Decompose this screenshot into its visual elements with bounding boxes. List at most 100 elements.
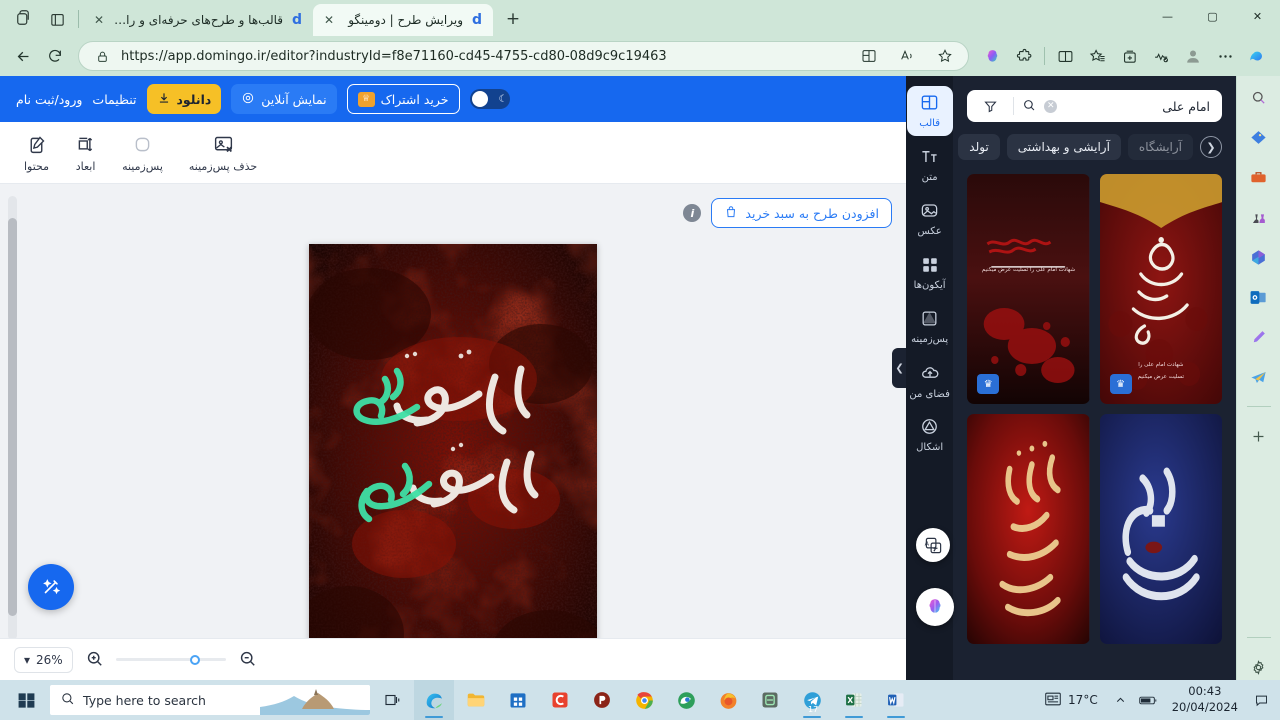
category-chip-4[interactable]: آرایشگاه [1127,134,1193,160]
magic-wand-button[interactable] [28,564,74,610]
taskbar-app-word[interactable] [876,680,916,720]
zoom-in-button[interactable] [85,649,104,671]
browser-tab-1[interactable]: d قالب‌ها و طرح‌های حرفه‌ای و رایگان ✕ [83,4,313,36]
add-icon[interactable] [1246,423,1272,449]
sidebar-item-text[interactable]: متن [907,140,953,190]
sidebar-item-icons[interactable]: آیکون‌ها [907,248,953,298]
template-search-box[interactable]: امام علی ✕ [967,90,1222,122]
tool-dimensions[interactable]: ابعاد [75,133,96,173]
ai-assistant-button[interactable] [916,588,954,626]
copilot-icon[interactable] [1242,41,1272,71]
close-window-button[interactable]: ✕ [1235,0,1280,32]
filter-icon[interactable] [975,90,1005,122]
taskbar-app-telegram[interactable]: 17 [792,680,832,720]
zoom-slider[interactable] [115,654,226,665]
sidebar-item-template[interactable]: قالب [906,86,953,136]
office-icon[interactable] [1246,244,1272,270]
crown-badge-icon[interactable]: ♛ [977,374,1000,394]
zoom-level-chip[interactable]: ▾ 26% [14,646,73,673]
dark-mode-toggle[interactable]: ☾ [469,89,510,109]
sidebar-item-background[interactable]: پس‌زمینه [907,302,953,352]
minimize-button[interactable]: — [1145,0,1190,32]
login-register-link[interactable]: ورود/ثبت نام [16,92,82,107]
designer-icon[interactable] [1246,324,1272,350]
design-canvas[interactable] [309,244,597,680]
download-button[interactable]: دانلود [146,84,222,114]
sidebar-item-my-space[interactable]: فضای من [907,356,953,406]
taskbar-app-chrome[interactable] [624,680,664,720]
show-hidden-icons-chevron[interactable] [1110,689,1132,711]
windows-start-icon[interactable] [4,680,48,720]
translate-button[interactable]: A [916,528,950,562]
info-icon[interactable]: i [683,204,702,222]
tab-list-icon[interactable] [40,2,74,36]
zoom-out-button[interactable] [238,649,257,671]
search-icon[interactable] [1022,98,1036,115]
address-bar[interactable]: https://app.domingo.ir/editor?industryId… [78,41,969,71]
chevron-left-icon[interactable]: ❮ [1200,136,1222,158]
taskbar-app-pdf[interactable] [582,680,622,720]
category-chip-2[interactable]: تولد [958,134,1000,160]
taskbar-app-microsoft-store[interactable] [498,680,538,720]
canvas-scrollbar[interactable] [8,196,17,640]
new-tab-button[interactable]: + [499,5,527,33]
tool-remove-background[interactable]: حذف پس‌زمینه [189,133,257,173]
taskbar-app-edge[interactable] [414,680,454,720]
tools-icon[interactable] [1246,164,1272,190]
extensions-icon[interactable] [1009,41,1039,71]
split-screen-toolbar-icon[interactable] [1050,41,1080,71]
taskbar-search[interactable]: Type here to search [50,685,370,715]
template-card[interactable] [1099,414,1222,644]
tab-actions-icon[interactable] [6,2,40,36]
search-input[interactable]: امام علی [1065,99,1210,114]
favorite-star-icon[interactable] [930,41,960,71]
taskbar-clock[interactable]: 00:43 20/04/2024 [1166,684,1244,715]
notification-icon[interactable] [1250,689,1272,711]
settings-more-icon[interactable] [1210,41,1240,71]
template-card[interactable] [967,414,1090,644]
tool-background[interactable]: پس‌زمینه [122,133,163,173]
favorites-icon[interactable] [1082,41,1112,71]
add-to-cart-button[interactable]: افزودن طرح به سبد خرید [711,198,892,228]
taskbar-app-firefox[interactable] [708,680,748,720]
tab-close-icon[interactable]: ✕ [321,12,337,28]
read-aloud-icon[interactable] [892,41,922,71]
shopping-tag-icon[interactable] [1246,124,1272,150]
browser-essentials-icon[interactable] [1146,41,1176,71]
tool-content[interactable]: محتوا [24,133,49,173]
copilot-brain-icon[interactable] [977,41,1007,71]
taskbar-app-file-explorer[interactable] [456,680,496,720]
maximize-button[interactable]: ▢ [1190,0,1235,32]
settings-gear-icon[interactable] [1246,654,1272,680]
panel-handle-icon[interactable]: ❯ [892,348,907,388]
reload-button[interactable] [40,41,70,71]
crown-badge-icon[interactable]: ♛ [1109,374,1132,394]
browser-tab-2[interactable]: d ویرایش طرح | دومینگو ✕ [313,4,493,36]
search-icon[interactable] [1246,84,1272,110]
tab-close-icon[interactable]: ✕ [91,12,107,28]
collections-icon[interactable] [1114,41,1144,71]
template-card[interactable]: شهادت امام علی را تسلیت عرض میکنیم ♛ [1099,174,1222,404]
buy-subscription-button[interactable]: خرید اشتراک ♕ [346,84,460,114]
weather-widget[interactable]: 17°C [1038,691,1104,710]
category-chip-3[interactable]: آرایشی و بهداشتی [1006,134,1121,160]
scrollbar-thumb[interactable] [8,218,17,616]
back-button[interactable] [8,41,38,71]
taskbar-app-notes[interactable] [750,680,790,720]
games-icon[interactable] [1246,204,1272,230]
taskbar-app-excel[interactable] [834,680,874,720]
clear-icon[interactable]: ✕ [1044,99,1058,113]
taskbar-app-camtasia[interactable] [540,680,580,720]
profile-icon[interactable] [1178,41,1208,71]
sidebar-item-shapes[interactable]: اشکال [907,410,953,460]
zoom-slider-knob[interactable] [189,654,200,665]
split-screen-icon[interactable] [854,41,884,71]
task-view-icon[interactable] [372,680,412,720]
taskbar-app-browser[interactable] [666,680,706,720]
outlook-icon[interactable] [1246,284,1272,310]
sidebar-item-image[interactable]: عکس [907,194,953,244]
battery-icon[interactable] [1138,689,1160,711]
template-card[interactable]: شهادت امام علی را تسلیت عرض میکنیم ♛ [967,174,1090,404]
online-preview-button[interactable]: نمایش آنلاین [231,84,337,114]
settings-link[interactable]: تنظیمات [92,92,136,107]
